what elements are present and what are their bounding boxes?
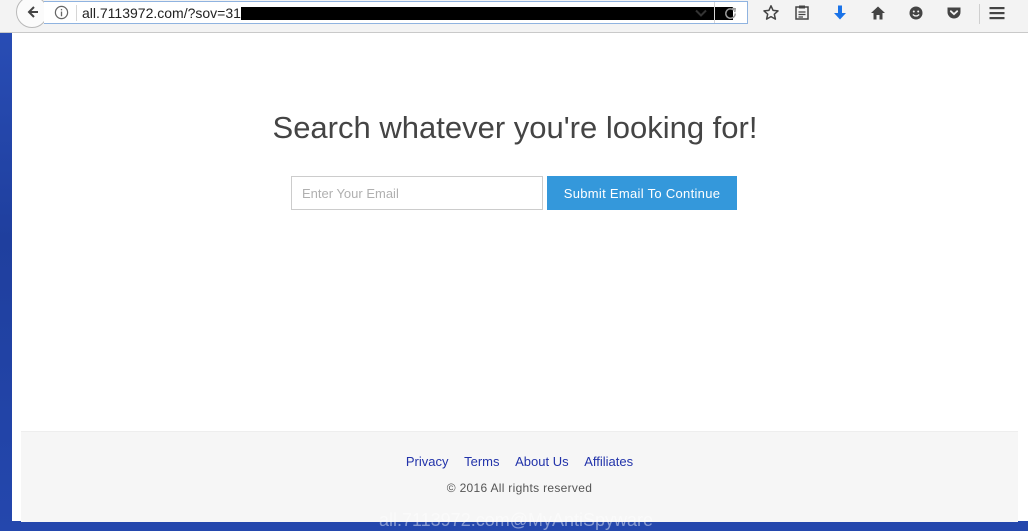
footer-links: Privacy Terms About Us Affiliates [21,454,1018,469]
reading-list-icon[interactable] [793,4,811,22]
address-bar[interactable]: all.7113972.com/?sov=31 [44,1,748,24]
copyright-text: © 2016 All rights reserved [446,481,593,495]
hamburger-menu-icon[interactable] [988,4,1006,22]
footer-link-affiliates[interactable]: Affiliates [584,454,633,469]
footer-link-terms[interactable]: Terms [464,454,499,469]
redaction-bar [241,7,733,20]
page-footer: Privacy Terms About Us Affiliates © 2016… [21,431,1018,522]
url-text[interactable]: all.7113972.com/?sov=31 [82,5,241,21]
page-title: Search whatever you're looking for! [272,110,758,145]
email-field[interactable] [291,176,543,210]
back-arrow-icon [27,6,38,18]
submit-email-button[interactable]: Submit Email To Continue [547,176,737,210]
watermark-text: all.7113972.com@MyAntiSpyware [378,510,654,530]
info-icon[interactable] [54,5,69,20]
page-scrollbar-area [1018,33,1028,521]
reload-icon[interactable] [723,6,738,21]
footer-link-privacy[interactable]: Privacy [406,454,449,469]
download-icon[interactable] [831,4,849,22]
bookmark-star-icon[interactable] [762,4,780,22]
web-page: Search whatever you're looking for! Subm… [12,33,1018,522]
home-icon[interactable] [869,4,887,22]
chevron-down-icon[interactable] [694,6,708,20]
footer-link-about-us[interactable]: About Us [515,454,568,469]
browser-toolbar: all.7113972.com/?sov=31 [0,0,1028,33]
url-separator-2 [714,2,715,23]
toolbar-separator [979,4,980,24]
hello-chat-icon[interactable] [907,4,925,22]
url-separator [76,5,77,21]
pocket-icon[interactable] [945,4,963,22]
